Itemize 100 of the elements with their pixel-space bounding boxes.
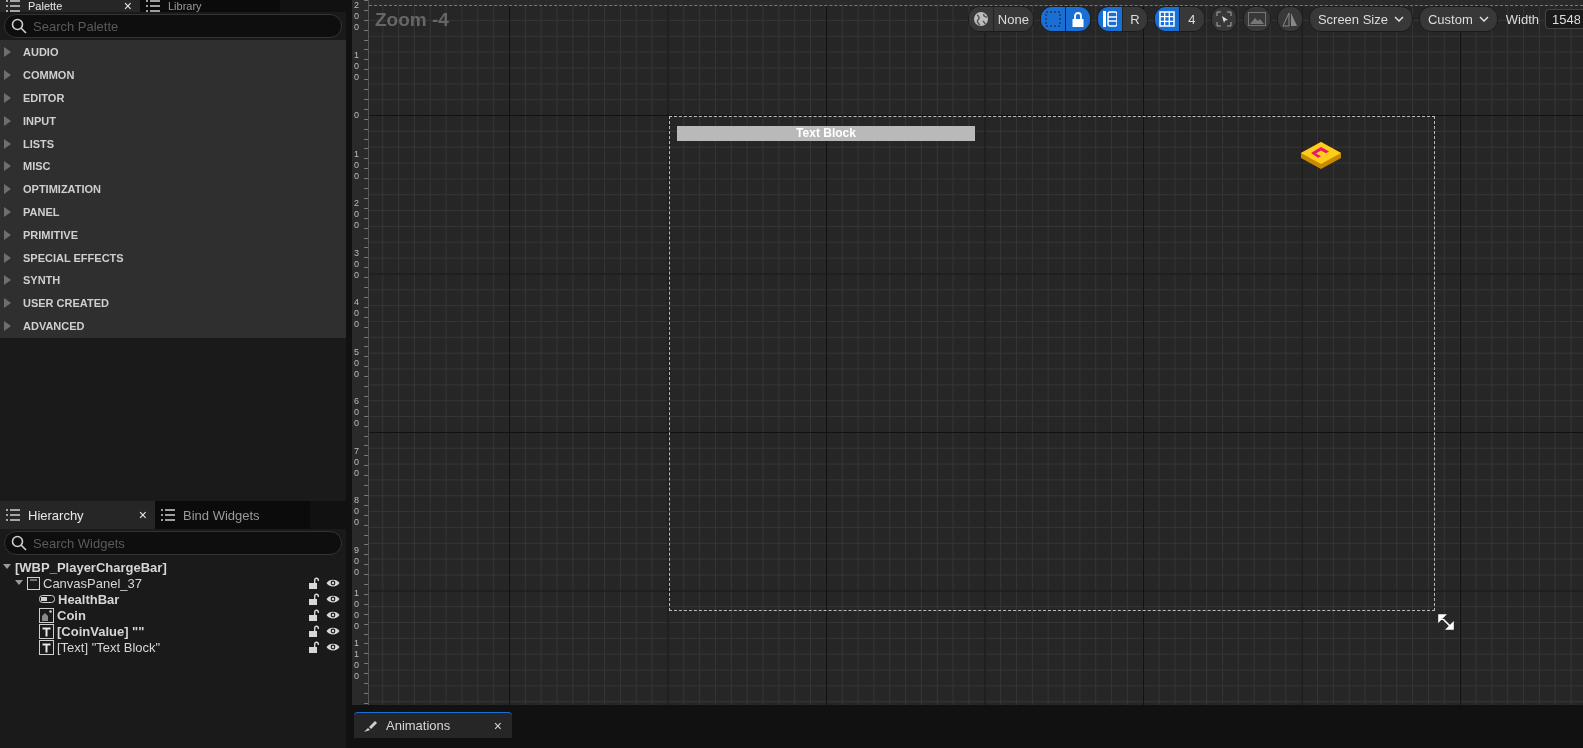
list-icon [146,0,160,12]
close-button[interactable]: × [123,0,132,14]
tree-item[interactable]: HealthBar [58,591,120,607]
ruler-label: 400 [354,296,360,330]
image-icon [39,607,54,623]
list-icon [6,509,20,521]
close-button[interactable]: × [138,507,147,523]
unlocked-icon[interactable] [308,625,320,637]
search-widgets-field[interactable]: Search Widgets [4,531,342,555]
text-icon [39,639,54,655]
ruler-label: 1000 [354,588,360,632]
tree-item[interactable]: [Text] "Text Block" [57,639,161,655]
pen-icon [364,719,378,732]
tree-item[interactable]: [CoinValue] "" [57,623,145,639]
toolbar-button[interactable] [1064,7,1090,31]
width-label: Width [1505,11,1539,27]
mirror-icon [1281,11,1298,27]
palette-category[interactable]: INPUT [0,109,346,133]
dropdown[interactable]: Custom [1418,6,1498,32]
image-icon [1247,12,1266,26]
expander-icon[interactable] [4,93,11,103]
toolbar-button[interactable] [1097,7,1122,31]
ruler-label: 0 [354,109,360,121]
expander-icon[interactable] [4,70,11,81]
eye-icon[interactable] [326,610,340,620]
ruler-label: 200 [354,0,360,33]
eye-icon[interactable] [326,642,340,652]
chevron-icon [1478,16,1489,22]
dropdown[interactable]: Screen Size [1308,6,1413,32]
ruler-label: 1100 [354,637,360,682]
tree-item[interactable]: [WBP_PlayerChargeBar] [15,559,167,575]
palette-category[interactable]: OPTIMIZATION [0,177,346,201]
panel-tab[interactable]: Library [140,0,280,12]
ruler-label: 600 [354,395,360,429]
palette-category[interactable]: SYNTH [0,268,346,292]
lock-icon [1071,11,1084,27]
search-palette-field[interactable]: Search Palette [4,14,342,38]
panel-tab[interactable]: Bind Widgets [155,501,310,529]
list-icon [6,0,20,12]
eye-icon[interactable] [326,594,340,604]
palette-category[interactable]: LISTS [0,132,346,155]
toolbar-button[interactable] [1154,7,1179,31]
expander-icon[interactable] [4,320,11,331]
panel-tab[interactable]: Palette × [0,0,140,12]
toolbar-toggle[interactable]: 4 [1178,7,1204,31]
palette-category[interactable]: AUDIO [0,41,346,64]
globe-icon [972,11,989,27]
toolbar-button[interactable] [968,7,993,31]
canvas-panel-icon [27,576,40,590]
expander-icon[interactable] [4,138,11,149]
expander-icon[interactable] [4,184,11,195]
list-icon [161,509,175,521]
progress-bar-icon [39,595,55,603]
animations-tab[interactable]: Animations × [354,712,512,738]
zoom-label: Zoom -4 [375,9,449,31]
palette-category[interactable]: MISC [0,155,346,178]
layout-icon [1102,11,1117,27]
eye-icon[interactable] [326,578,340,588]
expander-icon[interactable] [4,206,11,217]
ruler-label: 900 [354,544,360,577]
ruler-label: 100 [354,49,360,82]
chevron-icon [1393,16,1404,22]
palette-category[interactable]: SPECIAL EFFECTS [0,246,346,269]
palette-category[interactable]: ADVANCED [0,314,346,338]
ruler-label: 700 [354,445,360,478]
expander-icon[interactable] [4,229,11,240]
unlocked-icon[interactable] [308,577,320,589]
expander-icon[interactable] [4,252,11,263]
palette-category[interactable]: COMMON [0,63,346,87]
palette-category[interactable]: PANEL [0,200,346,224]
panel-tab[interactable]: Hierarchy × [0,501,155,529]
expander-icon[interactable] [4,161,11,172]
toolbar-toggle[interactable]: R [1121,7,1147,31]
ruler-label: 800 [354,494,360,528]
marquee-icon [1044,11,1061,27]
close-button[interactable]: × [493,717,502,734]
unlocked-icon[interactable] [308,609,320,621]
palette-category[interactable]: PRIMITIVE [0,223,346,247]
ruler-label: 500 [354,346,360,379]
cursor-icon [1215,11,1232,27]
tree-item[interactable]: CanvasPanel_37 [43,575,143,591]
ruler-label: 300 [354,247,360,280]
expander-icon[interactable] [4,47,11,58]
unlocked-icon[interactable] [308,593,320,605]
toolbar-toggle[interactable]: None [992,7,1033,31]
text-icon [39,623,54,639]
palette-category[interactable]: USER CREATED [0,291,346,315]
expander-icon[interactable] [4,275,11,286]
design-canvas[interactable]: Zoom -4 None R 4 Screen Size Custom Width 1548 Text Block [369,6,1583,705]
tree-item[interactable]: Coin [57,607,86,623]
palette-category[interactable]: EDITOR [0,86,346,110]
ruler-label: 200 [354,197,360,231]
unlocked-icon[interactable] [308,641,320,653]
ruler-label: 100 [354,148,360,181]
eye-icon[interactable] [326,626,340,636]
resize-icon[interactable] [1437,613,1455,631]
expander-icon[interactable] [4,115,11,126]
grid-icon [1158,11,1175,27]
expander-icon[interactable] [4,298,11,309]
width-field[interactable]: 1548 [1545,9,1583,29]
